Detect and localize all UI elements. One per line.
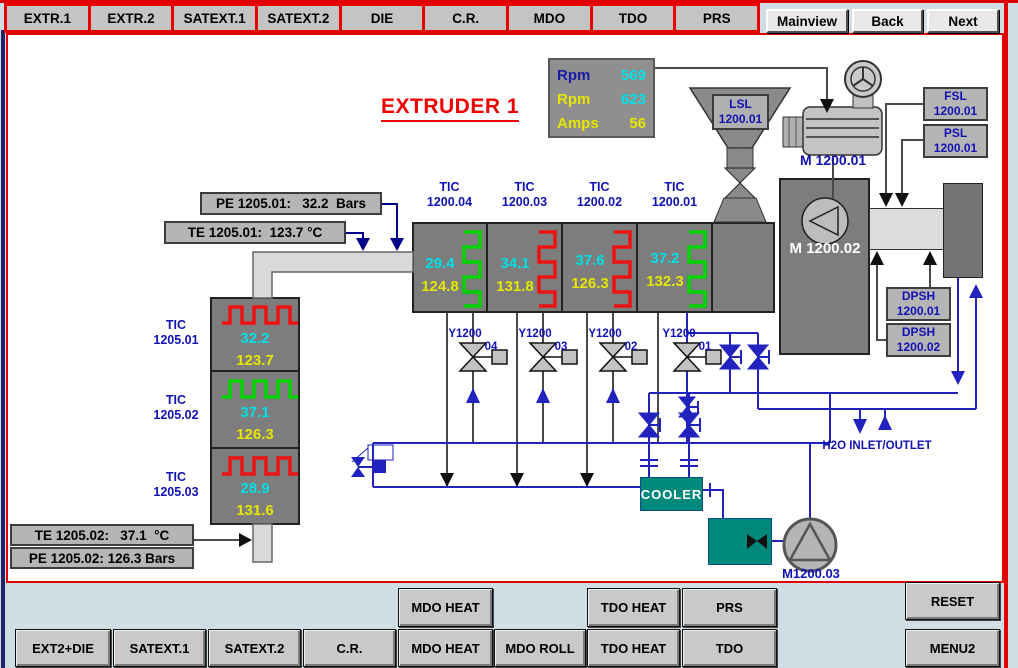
dpsh1-label: DPSH (888, 289, 949, 304)
tab-prs[interactable]: PRS (673, 3, 760, 33)
valve-y1200-02-label: Y1200 (583, 328, 627, 342)
fsl-tag: 1200.01 (925, 104, 986, 119)
rpm2-label: Rpm (557, 91, 590, 108)
die1-sv: 123.7 (212, 352, 298, 369)
tic-1205-03-label: TIC1205.03 (147, 470, 205, 500)
satext2-bottom-button[interactable]: SATEXT.2 (208, 629, 301, 667)
dpsh2-label: DPSH (888, 325, 949, 340)
drive-values-panel: Rpm 569 Rpm 623 Amps 56 (548, 58, 655, 138)
mainview-button[interactable]: Mainview (766, 9, 848, 33)
valve-y1200-04-num: 04 (479, 341, 503, 355)
zone1-sv: 132.3 (639, 273, 691, 290)
top-tab-bar: EXTR.1 EXTR.2 SATEXT.1 SATEXT.2 DIE C.R.… (4, 3, 760, 33)
extruder-hmi-screen: { "colors": { "accent_red": "#e80000", "… (0, 0, 1018, 668)
rpm1-label: Rpm (557, 67, 590, 84)
zone4-pv: 29.4 (414, 255, 466, 272)
mdo-heat-top-button[interactable]: MDO HEAT (398, 588, 493, 627)
die1-pv: 32.2 (212, 330, 298, 347)
valve-y1200-04-label: Y1200 (443, 328, 487, 342)
tdo-heat-top-button[interactable]: TDO HEAT (587, 588, 680, 627)
dpsh1-instrument: DPSH 1200.01 (886, 287, 951, 321)
reset-button[interactable]: RESET (905, 582, 1000, 620)
mdo-roll-button[interactable]: MDO ROLL (494, 629, 586, 667)
tdo-heat-bottom-button[interactable]: TDO HEAT (587, 629, 680, 667)
motor1-label: M 1200.01 (800, 152, 910, 169)
tic-1200-02-label: TIC1200.02 (562, 180, 637, 210)
lsl-instrument: LSL 1200.01 (712, 94, 769, 130)
valve-y1200-03-label: Y1200 (513, 328, 557, 342)
zone3-pv: 34.1 (489, 255, 541, 272)
cooler-unit: COOLER (640, 477, 703, 511)
valve-y1200-01-num: 01 (693, 341, 717, 355)
dpsh2-instrument: DPSH 1200.02 (886, 323, 951, 357)
dpsh2-tag: 1200.02 (888, 340, 949, 355)
valve-y1200-03-num: 03 (549, 341, 573, 355)
pe-1205-02-readout: PE 1205.02: 126.3 Bars (10, 547, 194, 569)
tab-extr1[interactable]: EXTR.1 (4, 3, 91, 33)
tic-1205-02-label: TIC1205.02 (147, 393, 205, 423)
zone1-pv: 37.2 (639, 250, 691, 267)
water-tank (708, 518, 772, 565)
window-right-border (1004, 0, 1008, 668)
die3-pv: 28.9 (212, 480, 298, 497)
menu2-button[interactable]: MENU2 (905, 629, 1000, 667)
tic-1200-01-label: TIC1200.01 (637, 180, 712, 210)
die2-pv: 37.1 (212, 404, 298, 421)
die-head-block (943, 183, 983, 278)
rpm2-value: 623 (621, 91, 646, 108)
zone2-pv: 37.6 (564, 252, 616, 269)
amps-value: 56 (629, 115, 646, 132)
fsl-label: FSL (925, 89, 986, 104)
tab-mdo[interactable]: MDO (506, 3, 593, 33)
tic-1205-01-label: TIC1205.01 (147, 318, 205, 348)
fsl-instrument: FSL 1200.01 (923, 87, 988, 121)
mdo-heat-bottom-button[interactable]: MDO HEAT (398, 629, 493, 667)
lsl-label: LSL (714, 97, 767, 112)
tab-tdo[interactable]: TDO (590, 3, 677, 33)
tic-1200-04-label: TIC1200.04 (412, 180, 487, 210)
te-1205-02-readout: TE 1205.02: 37.1 °C (10, 524, 194, 546)
page-title: EXTRUDER 1 (381, 95, 519, 122)
screen-changer (869, 208, 946, 250)
rpm1-value: 569 (621, 67, 646, 84)
zone2-sv: 126.3 (564, 275, 616, 292)
die2-sv: 126.3 (212, 426, 298, 443)
dpsh1-tag: 1200.01 (888, 304, 949, 319)
tab-die[interactable]: DIE (339, 3, 426, 33)
zone3-sv: 131.8 (489, 278, 541, 295)
water-pump-label: M1200.03 (768, 566, 854, 582)
melt-pump-housing (779, 178, 870, 355)
pe-1205-01-readout: PE 1205.01: 32.2 Bars (200, 192, 382, 215)
prs-bottom-button[interactable]: PRS (682, 588, 777, 627)
window-left-border (1, 30, 5, 668)
next-button[interactable]: Next (927, 9, 999, 33)
die3-sv: 131.6 (212, 502, 298, 519)
amps-label: Amps (557, 115, 599, 132)
te-1205-01-readout: TE 1205.01: 123.7 °C (164, 221, 346, 244)
back-button[interactable]: Back (852, 9, 923, 33)
tab-cr[interactable]: C.R. (422, 3, 509, 33)
melt-pump-label: M 1200.02 (782, 240, 868, 257)
tab-satext1[interactable]: SATEXT.1 (171, 3, 258, 33)
h2o-inlet-outlet-label: H2O INLET/OUTLET (818, 440, 936, 454)
tdo-bottom-button[interactable]: TDO (682, 629, 777, 667)
valve-y1200-01-label: Y1200 (657, 328, 701, 342)
psl-label: PSL (925, 126, 986, 141)
zone4-sv: 124.8 (414, 278, 466, 295)
cr-bottom-button[interactable]: C.R. (303, 629, 396, 667)
psl-tag: 1200.01 (925, 141, 986, 156)
tab-satext2[interactable]: SATEXT.2 (255, 3, 342, 33)
psl-instrument: PSL 1200.01 (923, 124, 988, 158)
satext1-bottom-button[interactable]: SATEXT.1 (113, 629, 206, 667)
ext2-die-button[interactable]: EXT2+DIE (15, 629, 111, 667)
valve-y1200-02-num: 02 (619, 341, 643, 355)
lsl-tag: 1200.01 (714, 112, 767, 127)
tab-extr2[interactable]: EXTR.2 (88, 3, 175, 33)
tic-1200-03-label: TIC1200.03 (487, 180, 562, 210)
